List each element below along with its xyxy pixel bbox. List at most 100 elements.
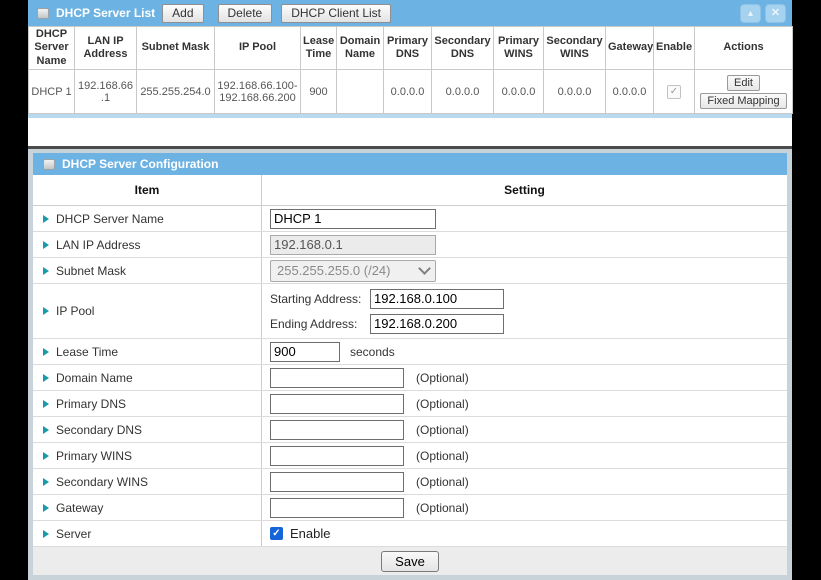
row-gateway: Gateway (Optional) <box>33 495 787 521</box>
ip-pool-label: IP Pool <box>56 304 94 318</box>
subnet-mask-value: 255.255.255.0 (/24) <box>277 263 390 278</box>
bullet-arrow-icon <box>43 348 49 356</box>
dhcp-server-list-panel: DHCP Server List Add Delete DHCP Client … <box>28 0 792 118</box>
lan-ip-address-label: LAN IP Address <box>56 238 141 252</box>
gateway-input[interactable] <box>270 498 404 518</box>
bullet-arrow-icon <box>43 307 49 315</box>
optional-note: (Optional) <box>416 423 469 437</box>
cell-actions: Edit Fixed Mapping <box>695 70 793 114</box>
cell-ip-pool: 192.168.66.100- 192.168.66.200 <box>215 70 301 114</box>
panel-icon <box>43 159 55 170</box>
server-label: Server <box>56 527 91 541</box>
edit-button[interactable]: Edit <box>727 75 760 91</box>
gateway-label: Gateway <box>56 501 103 515</box>
cell-lan-ip: 192.168.66.1 <box>75 70 137 114</box>
secondary-dns-input[interactable] <box>270 420 404 440</box>
dhcp-server-name-input[interactable] <box>270 209 436 229</box>
config-header-row: Item Setting <box>33 175 787 206</box>
row-dhcp-server-name: DHCP Server Name <box>33 206 787 232</box>
add-button[interactable]: Add <box>162 4 203 23</box>
cell-primary-wins: 0.0.0.0 <box>494 70 544 114</box>
primary-dns-label: Primary DNS <box>56 397 126 411</box>
optional-note: (Optional) <box>416 475 469 489</box>
dhcp-server-table: DHCP Server Name LAN IP Address Subnet M… <box>28 26 793 114</box>
optional-note: (Optional) <box>416 501 469 515</box>
config-frame: DHCP Server Configuration Item Setting D… <box>28 149 792 580</box>
col-domain-name: Domain Name <box>337 27 384 70</box>
bullet-arrow-icon <box>43 426 49 434</box>
starting-address-label: Starting Address: <box>270 292 370 306</box>
bullet-arrow-icon <box>43 267 49 275</box>
fixed-mapping-button[interactable]: Fixed Mapping <box>700 93 786 109</box>
col-primary-dns: Primary DNS <box>384 27 432 70</box>
primary-wins-label: Primary WINS <box>56 449 132 463</box>
col-secondary-wins: Secondary WINS <box>544 27 606 70</box>
save-button[interactable]: Save <box>381 551 439 572</box>
delete-button[interactable]: Delete <box>218 4 273 23</box>
optional-note: (Optional) <box>416 371 469 385</box>
dhcp-config-panel: DHCP Server Configuration Item Setting D… <box>28 146 792 580</box>
col-secondary-dns: Secondary DNS <box>432 27 494 70</box>
bullet-arrow-icon <box>43 400 49 408</box>
bullet-arrow-icon <box>43 452 49 460</box>
server-enable-label: Enable <box>290 526 330 541</box>
bullet-arrow-icon <box>43 241 49 249</box>
table-row: DHCP 1 192.168.66.1 255.255.254.0 192.16… <box>29 70 793 114</box>
cell-domain-name <box>337 70 384 114</box>
cell-secondary-dns: 0.0.0.0 <box>432 70 494 114</box>
row-subnet-mask: Subnet Mask 255.255.255.0 (/24) <box>33 258 787 284</box>
dhcp-client-list-button[interactable]: DHCP Client List <box>281 4 391 23</box>
lease-time-label: Lease Time <box>56 345 118 359</box>
enable-checkbox-disabled: ✓ <box>667 85 681 99</box>
col-gateway: Gateway <box>606 27 654 70</box>
primary-dns-input[interactable] <box>270 394 404 414</box>
col-primary-wins: Primary WINS <box>494 27 544 70</box>
col-enable: Enable <box>654 27 695 70</box>
lease-time-input[interactable] <box>270 342 340 362</box>
item-column-header: Item <box>33 175 262 205</box>
bullet-arrow-icon <box>43 215 49 223</box>
row-secondary-dns: Secondary DNS (Optional) <box>33 417 787 443</box>
starting-address-input[interactable] <box>370 289 504 309</box>
subnet-mask-label: Subnet Mask <box>56 264 126 278</box>
config-panel-header: DHCP Server Configuration <box>33 153 787 175</box>
panel-icon <box>37 8 49 19</box>
row-primary-dns: Primary DNS (Optional) <box>33 391 787 417</box>
setting-column-header: Setting <box>262 175 787 205</box>
col-ip-pool: IP Pool <box>215 27 301 70</box>
cell-secondary-wins: 0.0.0.0 <box>544 70 606 114</box>
lease-time-units: seconds <box>350 345 395 359</box>
row-server: Server ✓ Enable <box>33 521 787 547</box>
col-subnet-mask: Subnet Mask <box>137 27 215 70</box>
ending-address-input[interactable] <box>370 314 504 334</box>
bullet-arrow-icon <box>43 504 49 512</box>
config-panel-title: DHCP Server Configuration <box>62 157 218 171</box>
cell-subnet-mask: 255.255.254.0 <box>137 70 215 114</box>
col-lan-ip: LAN IP Address <box>75 27 137 70</box>
server-enable-checkbox[interactable]: ✓ <box>270 527 283 540</box>
primary-wins-input[interactable] <box>270 446 404 466</box>
subnet-mask-select: 255.255.255.0 (/24) <box>270 260 436 282</box>
window-controls: ▴ ✕ <box>740 4 786 23</box>
row-domain-name: Domain Name (Optional) <box>33 365 787 391</box>
bullet-arrow-icon <box>43 478 49 486</box>
page-content: DHCP Server List Add Delete DHCP Client … <box>28 0 792 580</box>
cell-enable: ✓ <box>654 70 695 114</box>
close-icon[interactable]: ✕ <box>765 4 786 23</box>
secondary-wins-label: Secondary WINS <box>56 475 148 489</box>
optional-note: (Optional) <box>416 449 469 463</box>
row-secondary-wins: Secondary WINS (Optional) <box>33 469 787 495</box>
cell-lease-time: 900 <box>301 70 337 114</box>
row-lan-ip-address: LAN IP Address <box>33 232 787 258</box>
chevron-down-icon <box>418 262 431 275</box>
cell-primary-dns: 0.0.0.0 <box>384 70 432 114</box>
panel-gap <box>28 118 792 146</box>
cell-server-name: DHCP 1 <box>29 70 75 114</box>
secondary-wins-input[interactable] <box>270 472 404 492</box>
row-lease-time: Lease Time seconds <box>33 339 787 365</box>
row-ip-pool: IP Pool Starting Address: Ending Address… <box>33 284 787 339</box>
dhcp-server-name-label: DHCP Server Name <box>56 212 164 226</box>
config-footer: Save <box>33 547 787 575</box>
collapse-icon[interactable]: ▴ <box>740 4 761 23</box>
domain-name-input[interactable] <box>270 368 404 388</box>
